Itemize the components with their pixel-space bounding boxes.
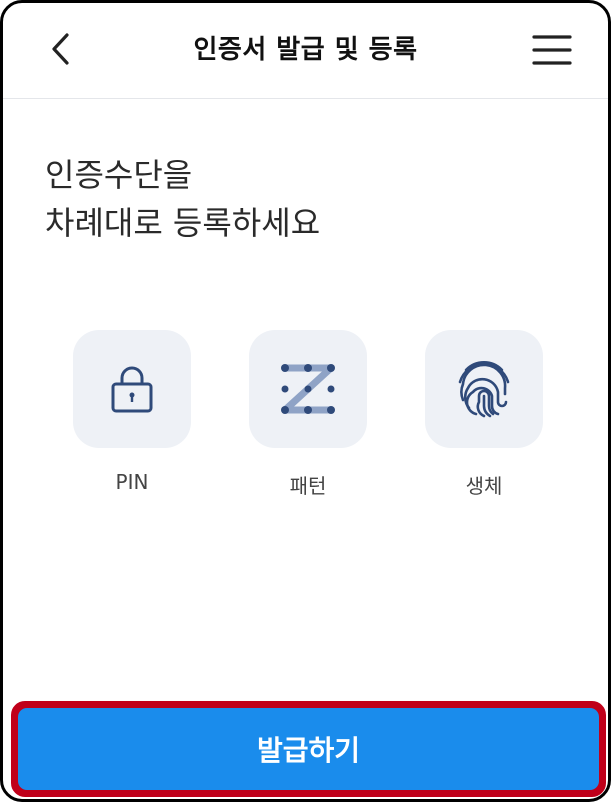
heading-line-2: 차례대로 등록하세요 — [45, 204, 321, 242]
lock-icon — [111, 366, 153, 413]
page-title: 인증서 발급 및 등록 — [193, 35, 418, 65]
issue-button-highlight: 발급하기 — [11, 701, 606, 797]
hamburger-menu-icon — [532, 35, 572, 65]
biometric-label: 생체 — [465, 474, 503, 498]
biometric-tile[interactable] — [425, 330, 543, 448]
menu-button[interactable] — [532, 33, 572, 67]
app-frame: 인증서 발급 및 등록 인증수단을 차례대로 등록하세요 PIN 패턴 생체 발… — [0, 0, 611, 802]
pattern-tile[interactable] — [249, 330, 367, 448]
pin-label: PIN — [115, 470, 149, 494]
fingerprint-icon — [458, 361, 510, 418]
issue-button[interactable]: 발급하기 — [18, 708, 599, 790]
pattern-label: 패턴 — [289, 474, 327, 498]
pin-tile[interactable] — [73, 330, 191, 448]
method-pattern[interactable]: 패턴 — [249, 330, 367, 499]
header: 인증서 발급 및 등록 — [3, 3, 608, 99]
method-biometric[interactable]: 생체 — [425, 330, 543, 499]
pattern-icon — [281, 364, 335, 414]
heading-line-1: 인증수단을 — [45, 156, 193, 194]
method-pin[interactable]: PIN — [73, 330, 191, 494]
instruction-heading: 인증수단을 차례대로 등록하세요 — [45, 151, 320, 247]
